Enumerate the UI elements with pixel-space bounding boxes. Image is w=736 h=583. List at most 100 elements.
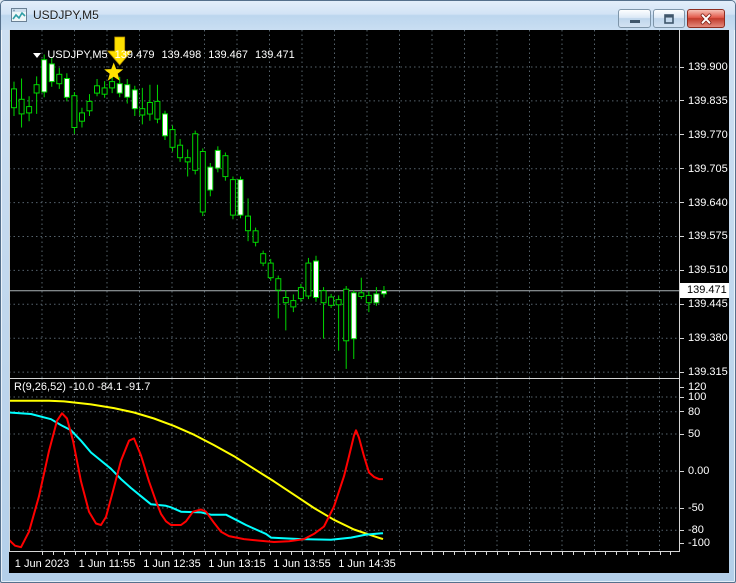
candle — [71, 92, 78, 134]
candle — [124, 79, 131, 104]
time-tick — [594, 552, 596, 555]
time-tick — [464, 552, 466, 555]
time-tick — [399, 552, 401, 555]
indicator-line-R52 — [9, 399, 384, 541]
time-tick — [410, 552, 412, 555]
price-tick — [680, 100, 684, 101]
candle — [192, 130, 199, 175]
close-button[interactable] — [687, 9, 725, 28]
candle — [199, 148, 206, 217]
candle — [252, 227, 259, 247]
price-label: 139.770 — [688, 129, 728, 141]
candle — [79, 107, 85, 128]
indicator-panel[interactable] — [9, 378, 679, 552]
time-tick — [237, 552, 238, 555]
candle — [335, 295, 342, 351]
indicator-scale-tick — [680, 471, 684, 472]
time-tick — [182, 552, 184, 555]
time-tick — [107, 552, 108, 555]
time-tick — [215, 552, 217, 555]
ohlc-symbol: USDJPY,M5 — [47, 49, 108, 61]
candle — [222, 152, 229, 181]
time-tick — [128, 552, 130, 555]
time-tick — [280, 552, 282, 555]
price-tick — [680, 270, 684, 271]
time-tick — [334, 552, 336, 555]
time-tick — [442, 552, 444, 555]
time-tick — [616, 552, 618, 555]
price-label: 139.640 — [688, 197, 728, 209]
time-tick — [540, 552, 542, 555]
price-label: 139.315 — [688, 366, 728, 378]
time-tick — [150, 552, 152, 555]
time-tick — [96, 552, 98, 555]
time-tick — [258, 552, 260, 555]
minimize-button[interactable] — [618, 9, 651, 28]
indicator-scale-tick — [680, 411, 684, 412]
candle — [237, 176, 244, 219]
indicator-scale-tick — [680, 387, 684, 388]
price-axis[interactable]: 139.471 139.900 139.835 139.770 139.705 139.… — [679, 30, 729, 573]
symbol-dropdown-icon[interactable] — [33, 53, 42, 58]
candle — [86, 94, 93, 116]
time-tick — [226, 552, 228, 555]
candle — [267, 258, 274, 281]
candle — [146, 84, 153, 121]
time-tick — [388, 552, 390, 555]
time-tick — [269, 552, 271, 555]
candle — [48, 57, 55, 87]
close-icon — [700, 13, 712, 24]
candle — [11, 81, 17, 116]
time-axis[interactable]: 1 Jun 2023 1 Jun 11:55 1 Jun 12:35 1 Jun 13… — [9, 552, 679, 573]
window-title: USDJPY,M5 — [33, 8, 99, 22]
time-tick — [312, 552, 314, 555]
time-tick — [52, 552, 54, 555]
candle — [63, 73, 70, 102]
ohlc-high: 139.498 — [161, 49, 202, 61]
chart-client: USDJPY,M5 139.479 139.498 139.467 139.471 R(… — [9, 30, 729, 573]
time-tick — [172, 552, 173, 555]
candle — [245, 198, 251, 242]
candle — [116, 76, 123, 98]
time-tick — [74, 552, 76, 555]
time-label: 1 Jun 14:35 — [338, 558, 396, 570]
ohlc-low: 139.467 — [208, 49, 248, 61]
time-tick — [453, 552, 455, 555]
titlebar[interactable]: USDJPY,M5 — [1, 1, 735, 30]
time-tick — [475, 552, 477, 555]
indicator-scale-label: -100 — [688, 537, 711, 549]
candle — [365, 291, 372, 313]
candle — [26, 96, 33, 122]
indicator-scale-label: 100 — [688, 391, 707, 403]
chart-window-icon — [11, 8, 27, 22]
time-tick — [302, 552, 303, 555]
time-tick — [659, 552, 661, 555]
candle — [260, 250, 267, 267]
time-tick — [497, 552, 498, 555]
restore-button[interactable] — [653, 9, 685, 28]
time-tick — [42, 552, 43, 555]
bid-price-box: 139.471 — [680, 283, 729, 298]
main-chart[interactable] — [9, 30, 679, 378]
candle — [177, 139, 184, 162]
candle — [101, 81, 108, 98]
candle — [350, 290, 357, 359]
candle — [214, 146, 221, 173]
candle — [184, 149, 191, 177]
time-tick — [562, 552, 563, 555]
time-tick — [670, 552, 672, 555]
time-tick — [193, 552, 195, 555]
time-tick — [637, 552, 639, 555]
time-tick — [139, 552, 141, 555]
ohlc-open: 139.479 — [114, 49, 155, 61]
candle — [131, 85, 138, 116]
candle — [162, 110, 168, 140]
time-tick — [367, 552, 368, 555]
time-tick — [551, 552, 553, 555]
time-tick — [356, 552, 358, 555]
indicator-scale-label: 0.00 — [688, 465, 710, 477]
candle — [290, 294, 297, 313]
price-tick — [680, 134, 684, 135]
indicator-scale-label: 80 — [688, 406, 701, 418]
indicator-scale-tick — [680, 530, 684, 531]
